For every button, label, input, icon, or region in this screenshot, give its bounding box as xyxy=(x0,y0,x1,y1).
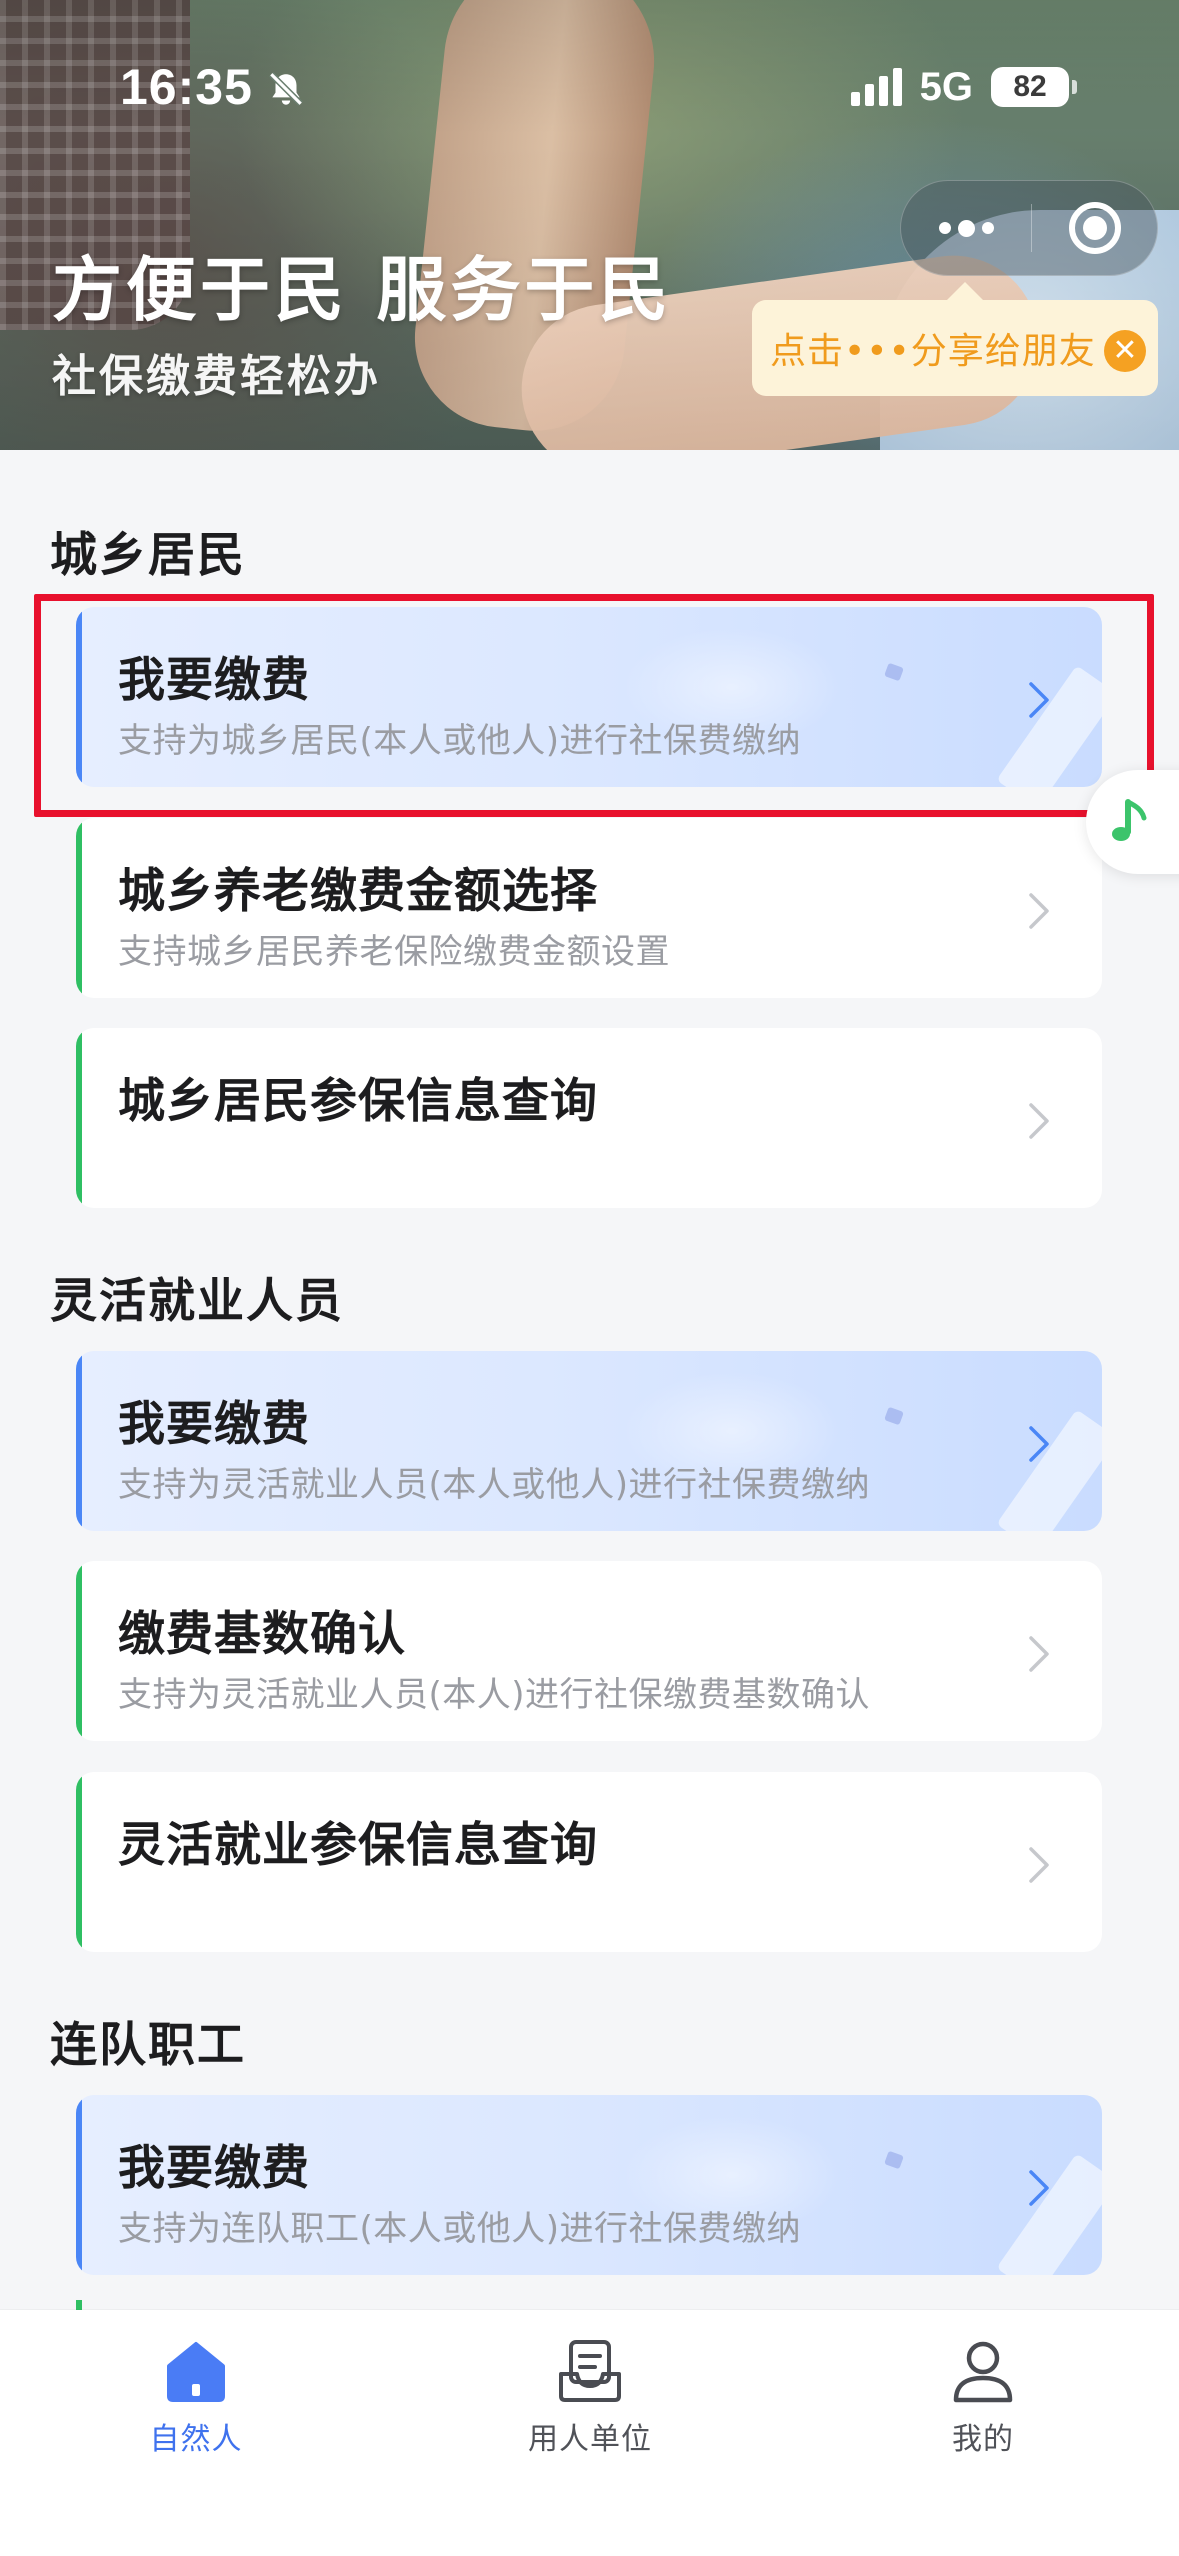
card-decoration xyxy=(884,1406,904,1426)
card-flexible-info-query[interactable]: 灵活就业参保信息查询 xyxy=(76,1772,1102,1952)
miniprogram-capsule xyxy=(900,180,1158,276)
tab-employer[interactable]: 用人单位 xyxy=(490,2328,690,2478)
card-title: 缴费基数确认 xyxy=(118,1607,406,1662)
target-circle-icon xyxy=(1068,202,1121,254)
card-flexible-pay[interactable]: 我要缴费 支持为灵活就业人员(本人或他人)进行社保费缴纳 xyxy=(76,1351,1102,1531)
banner-sub-slogan: 社保缴费轻松办 xyxy=(52,351,381,402)
card-title: 我要缴费 xyxy=(118,2141,310,2196)
tab-label: 用人单位 xyxy=(528,2422,652,2457)
more-dots-icon xyxy=(957,219,975,237)
chevron-right-icon xyxy=(1029,1847,1049,1883)
card-title: 城乡养老缴费金额选择 xyxy=(118,864,598,919)
close-miniprogram-button[interactable] xyxy=(1032,181,1157,275)
floating-music-button[interactable] xyxy=(1086,770,1179,874)
inbox-icon xyxy=(559,2340,621,2402)
more-dots-icon xyxy=(938,222,951,234)
section-title-team-workers: 连队职工 xyxy=(50,2018,246,2073)
bell-muted-icon xyxy=(269,72,303,106)
tab-mine[interactable]: 我的 xyxy=(883,2328,1083,2478)
card-title: 城乡居民参保信息查询 xyxy=(118,1074,598,1129)
share-tip-text: 点击•••分享给朋友 xyxy=(770,331,1096,372)
signal-icon xyxy=(850,68,902,106)
card-description: 支持城乡居民养老保险缴费金额设置 xyxy=(118,932,670,972)
status-right: 5G 82 xyxy=(850,62,1077,112)
home-icon xyxy=(167,2342,225,2402)
card-description: 支持为连队职工(本人或他人)进行社保费缴纳 xyxy=(118,2209,802,2249)
music-note-icon xyxy=(1112,799,1147,841)
card-pension-amount[interactable]: 城乡养老缴费金额选择 支持城乡居民养老保险缴费金额设置 xyxy=(76,818,1102,998)
tab-natural-person[interactable]: 自然人 xyxy=(96,2328,296,2478)
user-icon xyxy=(953,2341,1013,2403)
chevron-right-icon xyxy=(1029,1426,1049,1462)
card-resident-info-query[interactable]: 城乡居民参保信息查询 xyxy=(76,1028,1102,1208)
tab-label: 我的 xyxy=(952,2422,1014,2457)
card-description: 支持为灵活就业人员(本人或他人)进行社保费缴纳 xyxy=(118,1465,871,1505)
card-decoration xyxy=(884,2150,904,2170)
status-time: 16:35 xyxy=(120,59,253,115)
tab-label: 自然人 xyxy=(149,2422,243,2457)
battery-icon: 82 xyxy=(991,67,1077,107)
next-card-edge xyxy=(76,2300,82,2310)
battery-level: 82 xyxy=(1013,70,1047,103)
chevron-right-icon xyxy=(1029,1103,1049,1139)
card-description: 支持为灵活就业人员(本人)进行社保缴费基数确认 xyxy=(118,1675,871,1715)
chevron-right-icon xyxy=(1029,2170,1049,2206)
share-tooltip: 点击•••分享给朋友 ✕ xyxy=(752,282,1158,396)
card-team-pay[interactable]: 我要缴费 支持为连队职工(本人或他人)进行社保费缴纳 xyxy=(76,2095,1102,2275)
card-base-confirm[interactable]: 缴费基数确认 支持为灵活就业人员(本人)进行社保缴费基数确认 xyxy=(76,1561,1102,1741)
card-title: 灵活就业参保信息查询 xyxy=(118,1818,598,1873)
tooltip-close-icon[interactable]: ✕ xyxy=(1104,330,1146,372)
bottom-tab-bar: 自然人 用人单位 我的 xyxy=(0,2310,1179,2556)
chevron-right-icon xyxy=(1029,1636,1049,1672)
section-title-flexible-workers: 灵活就业人员 xyxy=(50,1274,344,1329)
more-menu-button[interactable] xyxy=(901,181,1031,275)
highlight-box xyxy=(34,594,1154,817)
chevron-right-icon xyxy=(1029,893,1049,929)
banner-slogan: 方便于民 服务于民 xyxy=(52,249,673,331)
card-title: 我要缴费 xyxy=(118,1397,310,1452)
network-type: 5G xyxy=(919,64,973,109)
section-title-residents: 城乡居民 xyxy=(50,528,246,583)
more-dots-icon xyxy=(981,222,994,234)
